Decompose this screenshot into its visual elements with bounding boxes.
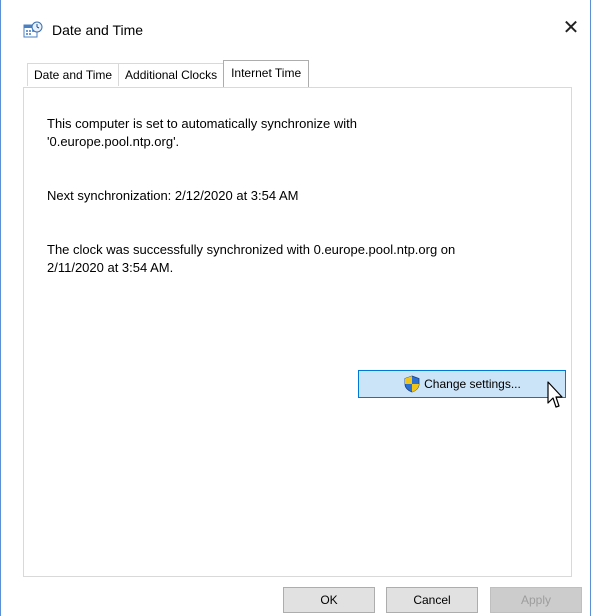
sync-status-text: This computer is set to automatically sy… (47, 115, 547, 151)
apply-button[interactable]: Apply (490, 587, 582, 613)
close-icon: ✕ (562, 15, 580, 39)
next-sync-text: Next synchronization: 2/12/2020 at 3:54 … (47, 188, 299, 203)
change-settings-button[interactable]: Change settings... (358, 370, 566, 398)
sync-result-text: The clock was successfully synchronized … (47, 241, 547, 277)
change-settings-label: Change settings... (424, 377, 521, 391)
internet-time-panel: This computer is set to automatically sy… (23, 87, 572, 577)
sync-status-line-1: This computer is set to automatically sy… (47, 116, 357, 131)
ok-button[interactable]: OK (283, 587, 375, 613)
mouse-cursor-icon (547, 381, 563, 408)
tab-internet-time[interactable]: Internet Time (223, 60, 310, 87)
tab-strip: Date and Time Additional Clocks Internet… (27, 60, 310, 87)
uac-shield-icon (404, 375, 420, 393)
sync-result-line-1: The clock was successfully synchronized … (47, 242, 456, 257)
tab-additional-clocks[interactable]: Additional Clocks (118, 63, 225, 86)
title-bar[interactable]: Date and Time ✕ (1, 0, 590, 56)
window-title: Date and Time (52, 22, 144, 38)
cancel-button[interactable]: Cancel (386, 587, 478, 613)
close-button[interactable]: ✕ (556, 12, 586, 42)
sync-result-line-2: 2/11/2020 at 3:54 AM. (47, 260, 174, 275)
date-time-icon (23, 21, 43, 38)
tab-date-and-time[interactable]: Date and Time (27, 63, 120, 86)
sync-status-line-2: '0.europe.pool.ntp.org'. (47, 134, 180, 149)
date-time-dialog: Date and Time ✕ Date and Time Additional… (0, 0, 591, 616)
